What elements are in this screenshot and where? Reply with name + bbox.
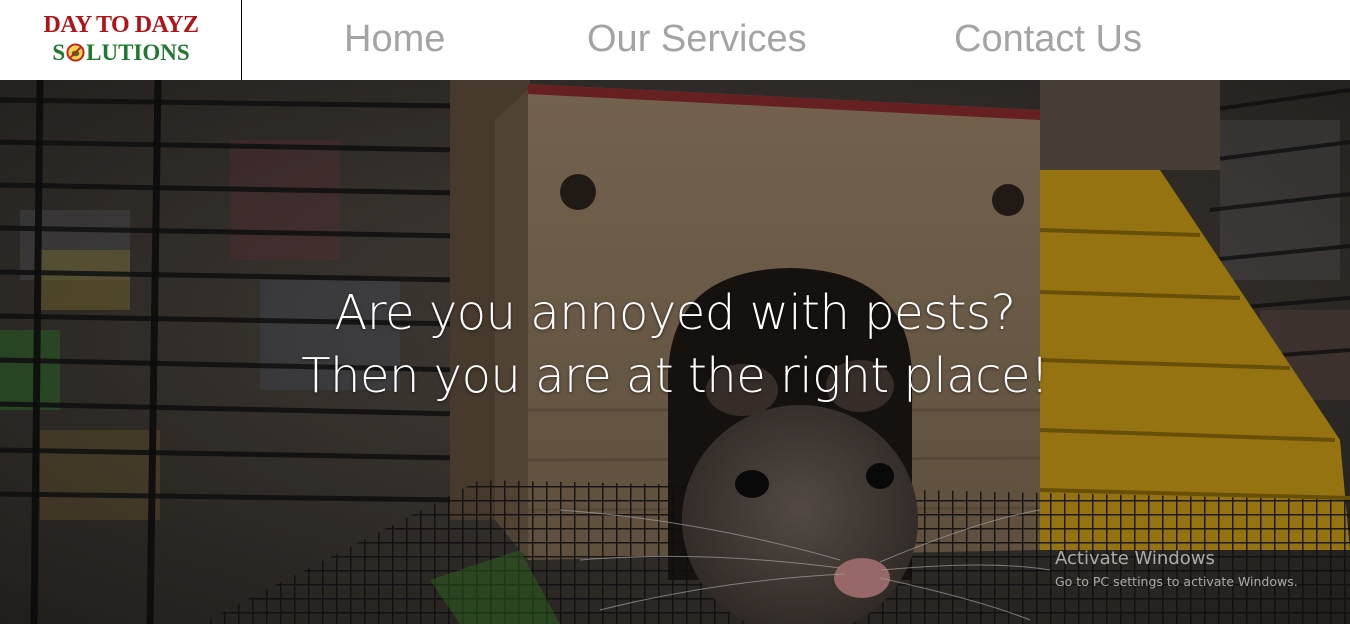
nav-contact-us-link[interactable]: Contact Us (954, 18, 1142, 61)
logo-text-line2: S LUTIONS (0, 40, 242, 66)
hero-section: Are you annoyed with pests? Then you are… (0, 80, 1350, 624)
logo[interactable]: DAY TO DAYZ S LUTIONS (0, 0, 242, 80)
site-header: DAY TO DAYZ S LUTIONS Home Our Services … (0, 0, 1350, 80)
logo-text-s: S (52, 40, 66, 65)
logo-text-line1: DAY TO DAYZ (43, 12, 199, 38)
hero-headline-line2: Then you are at the right place! (301, 348, 1049, 404)
hero-headline-line1: Are you annoyed with pests? (334, 285, 1016, 341)
nav-our-services-link[interactable]: Our Services (587, 18, 807, 61)
activate-windows-subtitle: Go to PC settings to activate Windows. (1055, 574, 1298, 589)
pest-control-seal-icon (66, 43, 85, 62)
logo-text-lutions: LUTIONS (86, 40, 190, 65)
nav-home-link[interactable]: Home (344, 18, 445, 61)
activate-windows-title: Activate Windows (1055, 548, 1215, 569)
